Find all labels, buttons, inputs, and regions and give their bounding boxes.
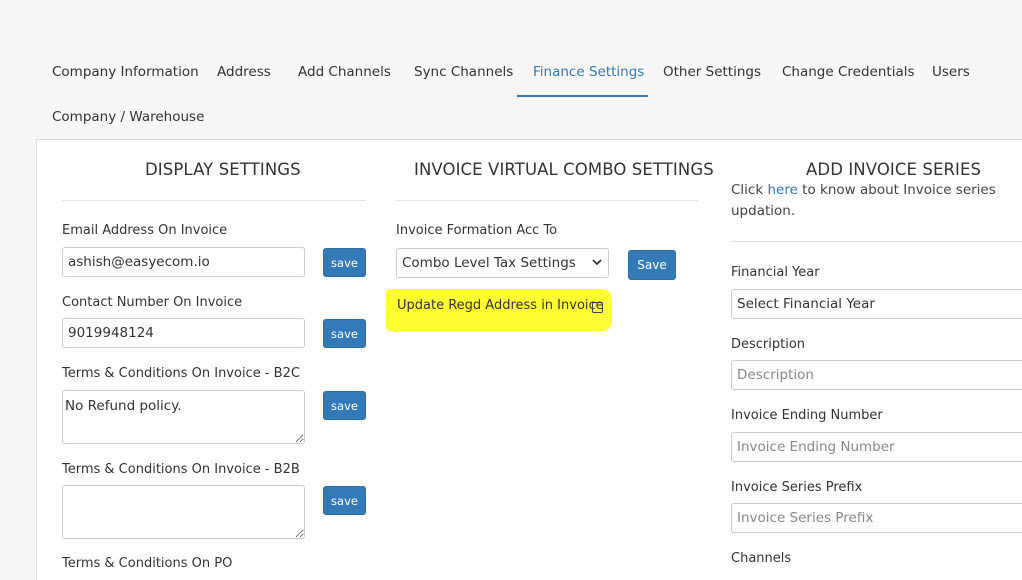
update-regd-address-label: Update Regd Address in Invoice — [397, 298, 604, 313]
invoice-combo-title: INVOICE VIRTUAL COMBO SETTINGS — [414, 160, 714, 179]
save-formation-button[interactable]: Save — [628, 250, 676, 280]
invoice-series-title: ADD INVOICE SERIES — [806, 160, 982, 179]
ending-number-label: Invoice Ending Number — [731, 408, 883, 423]
divider — [731, 241, 1022, 242]
invoice-series-help: Click here to know about Invoice series … — [731, 180, 1011, 222]
update-regd-address-checkbox[interactable] — [592, 302, 603, 313]
divider — [396, 200, 698, 201]
tab-company-information[interactable]: Company Information — [52, 64, 199, 80]
prefix-field[interactable] — [731, 503, 1022, 533]
description-field[interactable] — [731, 360, 1022, 390]
tab-sync-channels[interactable]: Sync Channels — [414, 64, 513, 80]
tab-users[interactable]: Users — [932, 64, 970, 80]
chevron-down-icon — [592, 249, 602, 289]
tc-po-label: Terms & Conditions On PO — [62, 556, 233, 571]
tab-other-settings[interactable]: Other Settings — [663, 64, 761, 80]
save-contact-button[interactable]: save — [323, 319, 366, 348]
highlight-mark — [389, 320, 401, 332]
help-text-prefix: Click — [731, 182, 768, 198]
contact-field[interactable] — [62, 318, 305, 348]
contact-label: Contact Number On Invoice — [62, 295, 243, 310]
display-settings-title: DISPLAY SETTINGS — [145, 160, 301, 179]
channels-label: Channels — [731, 551, 792, 566]
tc-b2c-field[interactable]: No Refund policy. — [62, 390, 305, 444]
save-email-button[interactable]: save — [323, 248, 366, 277]
financial-year-label: Financial Year — [731, 265, 820, 280]
tc-b2b-field[interactable] — [62, 485, 305, 539]
formation-select-value: Combo Level Tax Settings — [402, 255, 576, 271]
divider — [62, 200, 366, 201]
email-field[interactable] — [62, 247, 305, 277]
formation-label: Invoice Formation Acc To — [396, 223, 558, 238]
tab-finance-settings[interactable]: Finance Settings — [533, 64, 644, 80]
ending-number-field[interactable] — [731, 432, 1022, 462]
tab-change-credentials[interactable]: Change Credentials — [782, 64, 915, 80]
tab-address[interactable]: Address — [217, 64, 271, 80]
tab-company-warehouse[interactable]: Company / Warehouse — [52, 109, 204, 125]
save-tc-b2c-button[interactable]: save — [323, 391, 366, 420]
tc-b2c-label: Terms & Conditions On Invoice - B2C — [62, 366, 300, 381]
settings-tabs: Company Information Address Add Channels… — [0, 0, 1022, 140]
save-tc-b2b-button[interactable]: save — [323, 486, 366, 515]
email-label: Email Address On Invoice — [62, 223, 228, 238]
formation-select[interactable]: Combo Level Tax Settings — [396, 248, 609, 278]
prefix-label: Invoice Series Prefix — [731, 480, 863, 495]
tab-add-channels[interactable]: Add Channels — [298, 64, 391, 80]
help-link[interactable]: here — [767, 182, 797, 198]
tc-b2b-label: Terms & Conditions On Invoice - B2B — [62, 462, 300, 477]
description-label: Description — [731, 337, 806, 352]
active-tab-indicator — [517, 95, 648, 97]
financial-year-select-value: Select Financial Year — [737, 296, 875, 312]
financial-year-select[interactable]: Select Financial Year — [731, 289, 1022, 319]
